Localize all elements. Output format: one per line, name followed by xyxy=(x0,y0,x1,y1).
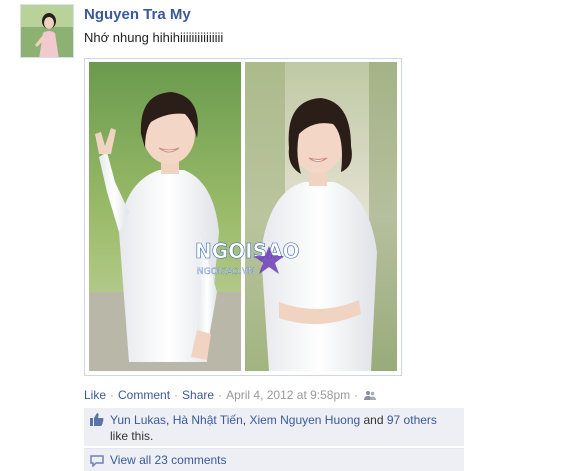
thumbs-up-icon[interactable] xyxy=(90,413,104,430)
likes-suffix: like this. xyxy=(110,429,154,443)
others-link[interactable]: 97 others xyxy=(387,413,437,427)
likes-summary: Yun Lukas, Hà Nhật Tiến, Xiem Nguyen Huo… xyxy=(84,408,464,446)
comment-bubble-icon[interactable] xyxy=(90,455,104,470)
watermark-logo: NGOISAO xyxy=(195,239,299,263)
share-link[interactable]: Share xyxy=(182,388,214,402)
view-all-comments-link[interactable]: View all 23 comments xyxy=(110,453,227,467)
liker-name[interactable]: Xiem Nguyen Huong xyxy=(249,413,360,427)
timestamp-link[interactable]: April 4, 2012 at 9:58pm xyxy=(226,388,350,402)
likes-separator: , xyxy=(166,413,173,427)
separator: · xyxy=(354,388,359,402)
author-name[interactable]: Nguyen Tra My xyxy=(84,6,191,23)
photo-image[interactable]: NGOISAO NGOISAO.VN xyxy=(89,62,397,371)
watermark-url: NGOISAO.VN xyxy=(197,267,255,277)
friends-icon[interactable] xyxy=(364,390,377,404)
liker-name[interactable]: Yun Lukas xyxy=(110,413,166,427)
comments-row: View all 23 comments xyxy=(84,448,464,471)
separator: · xyxy=(110,388,115,402)
post-actions: Like · Comment · Share · April 4, 2012 at 9:58… xyxy=(84,388,377,404)
like-link[interactable]: Like xyxy=(84,388,106,402)
comment-link[interactable]: Comment xyxy=(118,388,170,402)
likes-and: and xyxy=(360,413,387,427)
avatar[interactable] xyxy=(20,4,74,58)
separator: · xyxy=(174,388,179,402)
post-message: Nhớ nhung hihihiiiiiiiiiiiiiii xyxy=(84,30,224,45)
post-photo[interactable]: NGOISAO NGOISAO.VN xyxy=(84,58,402,376)
separator: · xyxy=(218,388,223,402)
liker-name[interactable]: Hà Nhật Tiến xyxy=(173,413,243,427)
